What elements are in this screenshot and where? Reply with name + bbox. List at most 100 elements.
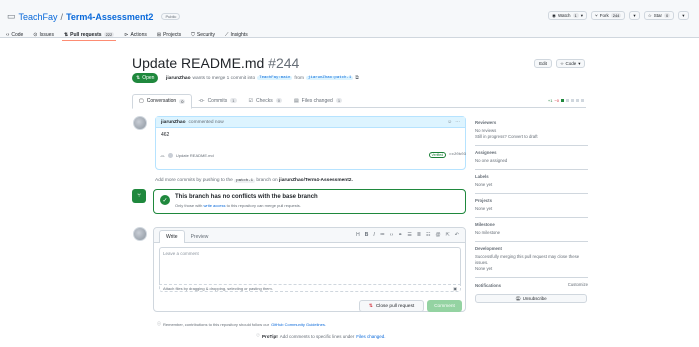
file-diff-icon: ▤	[293, 97, 299, 104]
status-text: Open	[142, 75, 155, 81]
comment-textarea[interactable]: Leave a comment	[159, 247, 461, 284]
repo-name-link[interactable]: Term4-Assessment2	[66, 12, 153, 22]
reviewers-heading[interactable]: Reviewers	[475, 120, 588, 125]
comment-author-link[interactable]: jiarunZhao	[161, 120, 186, 125]
edit-button[interactable]: Edit	[534, 59, 552, 68]
code-icon[interactable]: ‹›	[390, 232, 393, 238]
close-pull-request-button[interactable]: ⇅ Close pull request	[359, 300, 424, 312]
pull-request-icon: ⇅	[63, 31, 69, 38]
write-access-link[interactable]: write access	[203, 203, 225, 208]
draft-question: Still in progress?	[475, 134, 507, 140]
repo-header: ▭ TeachFay / Term4-Assessment2 Public ◉ …	[0, 0, 699, 41]
comment-button[interactable]: Comment	[427, 300, 462, 312]
watch-button[interactable]: ◉ Watch 1 ▾	[548, 11, 588, 20]
tab-actions-label: Actions	[130, 31, 147, 38]
reply-icon[interactable]: ↶	[455, 232, 459, 238]
fork-label: Fork	[599, 13, 609, 18]
tab-insights[interactable]: ⟋ Insights	[225, 31, 248, 38]
unsubscribe-button[interactable]: 🔕︎ Unsubscribe	[475, 294, 587, 304]
tab-security[interactable]: ⛉ Security	[191, 31, 215, 38]
fork-button[interactable]: ⑂ Fork 244	[591, 11, 626, 20]
development-heading[interactable]: Development	[475, 246, 588, 251]
merge-sub-suffix: to this repository can merge pull reques…	[226, 203, 301, 208]
preview-tab[interactable]: Preview	[185, 231, 215, 243]
kebab-menu-icon[interactable]: ···	[455, 120, 460, 125]
verified-badge[interactable]: Verified	[428, 152, 447, 158]
pull-request-icon: ⇅	[136, 75, 141, 81]
guidelines-link[interactable]: GitHub Community Guidelines.	[271, 322, 326, 327]
fork-dropdown-button[interactable]: ▾	[629, 11, 640, 20]
star-count: 0	[664, 13, 671, 18]
assignees-heading[interactable]: Assignees	[475, 150, 588, 155]
customize-link[interactable]: Customize	[568, 282, 588, 288]
star-dropdown-button[interactable]: ▾	[678, 11, 689, 20]
comment-header: jiarunZhao commented now ☺ ···	[156, 117, 465, 128]
repo-owner-link[interactable]: TeachFay	[19, 12, 58, 22]
tab-issues-label: Issues	[39, 31, 54, 38]
commit-message-link[interactable]: Update README.md	[176, 153, 214, 158]
tab-commits[interactable]: -o- Commits 1	[192, 94, 242, 108]
code-icon: ‹›	[6, 31, 10, 38]
smiley-icon[interactable]: ☺	[447, 120, 452, 125]
push-hint-middle: branch on	[256, 178, 278, 183]
tab-actions[interactable]: ⊳ Actions	[124, 31, 147, 38]
tab-files-label: Files changed	[301, 97, 333, 104]
bulleted-list-icon[interactable]: ☰	[407, 232, 411, 238]
projects-heading[interactable]: Projects	[475, 198, 588, 203]
link-icon[interactable]: ⚭	[398, 232, 402, 238]
comment-card: jiarunZhao commented now ☺ ··· 462	[155, 116, 466, 170]
tab-projects-label: Projects	[163, 31, 182, 38]
tab-files-changed[interactable]: ▤ Files changed 1	[288, 94, 348, 108]
tab-conversation-label: Conversation	[146, 98, 177, 104]
head-branch[interactable]: jiarunZhao:patch-1	[306, 76, 354, 80]
tab-projects[interactable]: ⊞ Projects	[157, 31, 181, 38]
repo-icon: ▭	[7, 11, 16, 21]
tab-pull-requests-label: Pull requests	[70, 31, 102, 38]
star-button[interactable]: ☆ Star 0	[643, 11, 675, 20]
mention-icon[interactable]: @	[436, 232, 441, 238]
commit-sha[interactable]: cc20b03	[449, 153, 466, 157]
milestone-heading[interactable]: Milestone	[475, 222, 588, 227]
quote-icon[interactable]: ≔	[380, 232, 385, 238]
push-hint-repo: jiarunZhao/Term4-Assessment2.	[279, 178, 353, 183]
repo-separator: /	[60, 11, 64, 22]
copy-icon[interactable]: ⧉	[355, 75, 358, 81]
heading-icon[interactable]: H	[356, 232, 360, 238]
pr-number: #244	[268, 55, 300, 71]
tab-conversation[interactable]: ▢ Conversation 0	[132, 93, 193, 109]
notifications-heading: Notifications	[475, 282, 502, 288]
convert-draft-link[interactable]: Convert to draft	[508, 134, 538, 139]
markdown-icon[interactable]: ▣	[453, 286, 457, 291]
base-branch[interactable]: TeachFay:main	[257, 76, 293, 80]
numbered-list-icon[interactable]: ≣	[417, 232, 421, 238]
tab-pull-requests[interactable]: ⇅ Pull requests 222	[61, 31, 117, 41]
milestone-text: No milestone	[475, 230, 501, 236]
avatar[interactable]	[133, 116, 147, 130]
play-icon: ⊳	[124, 31, 129, 38]
comment-body: 462	[161, 132, 170, 138]
protip: ♡ ProTip! Add comments to specific lines…	[256, 333, 386, 339]
tab-issues[interactable]: ⊙ Issues	[33, 31, 54, 38]
italic-icon[interactable]: I	[373, 232, 374, 238]
bold-icon[interactable]: B	[365, 232, 369, 238]
repo-title: ▭ TeachFay / Term4-Assessment2 Public	[7, 11, 181, 22]
merge-sub-prefix: Only those with	[175, 203, 203, 208]
repo-actions: ◉ Watch 1 ▾ ⑂ Fork 244 ▾ ☆ Star 0 ▾	[548, 11, 689, 20]
attach-files-bar[interactable]: Attach files by dragging & dropping, sel…	[159, 284, 461, 292]
code-button[interactable]: ‹› Code ▾	[556, 59, 585, 68]
pr-title-text: Update README.md	[132, 55, 265, 71]
chevron-down-icon: ▾	[580, 12, 584, 18]
pr-meta: jiarunZhao wants to merge 1 commit into …	[166, 75, 359, 82]
sidebar-notifications: Notifications Customize 🔕︎ Unsubscribe	[475, 278, 588, 308]
cross-reference-icon[interactable]: ⇱	[446, 232, 450, 238]
git-pull-request-closed-icon: ⇅	[368, 303, 373, 309]
notifications-header: Notifications Customize	[475, 282, 588, 291]
write-tab[interactable]: Write	[159, 230, 185, 243]
tab-commits-label: Commits	[207, 97, 228, 104]
labels-heading[interactable]: Labels	[475, 174, 588, 179]
files-changed-link[interactable]: Files changed.	[356, 334, 385, 339]
task-list-icon[interactable]: ☷	[426, 232, 430, 238]
tab-checks[interactable]: ☑ Checks 0	[243, 94, 288, 108]
tab-code[interactable]: ‹› Code	[6, 31, 23, 38]
pr-author-link[interactable]: jiarunZhao	[166, 76, 191, 81]
